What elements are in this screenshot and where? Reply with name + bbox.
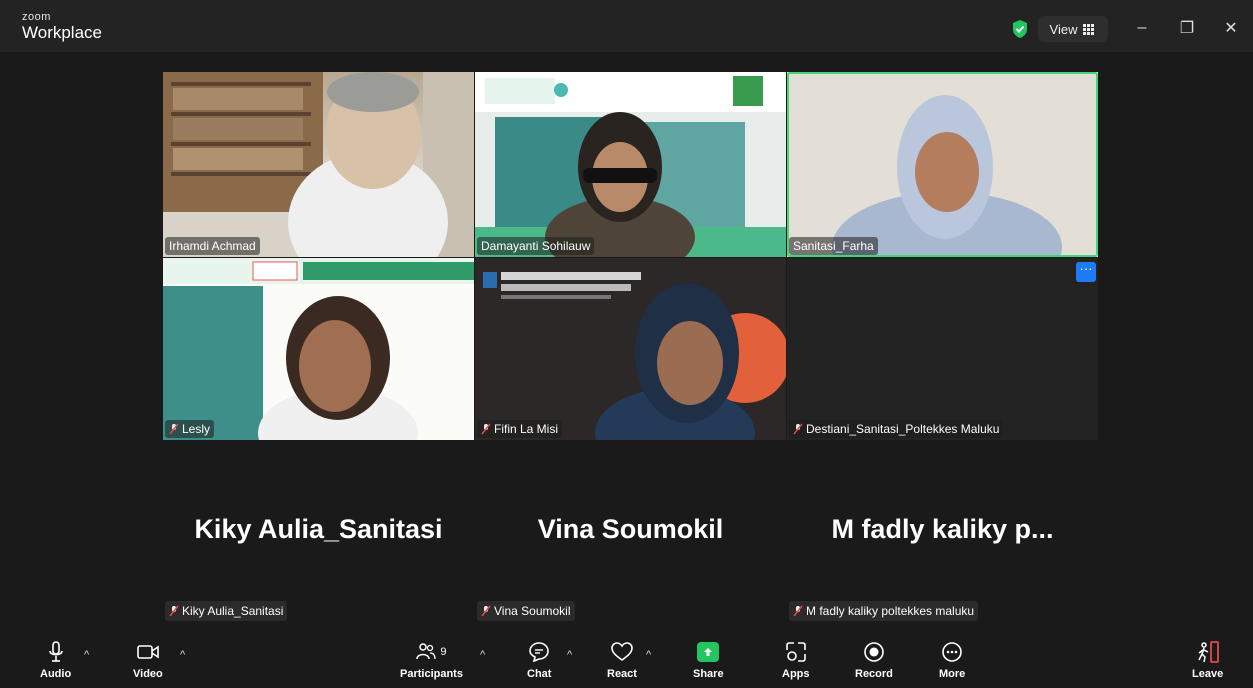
muted-mic-icon [169,605,179,617]
muted-mic-icon [169,423,179,435]
participant-name: Vina Soumokil [477,601,575,621]
participants-button[interactable]: 9 Participants [400,640,463,680]
brand-main: Workplace [22,23,102,42]
meeting-toolbar: Audio ^ Video ^ 9 Participants ^ Chat ^ … [0,632,1253,688]
participants-options-caret[interactable]: ^ [480,649,485,661]
muted-mic-icon [793,605,803,617]
chat-options-caret[interactable]: ^ [567,649,572,661]
muted-mic-icon [481,605,491,617]
participant-name-text: M fadly kaliky poltekkes maluku [806,604,975,618]
participant-name: Damayanti Sohilauw [477,237,595,255]
leave-button[interactable]: Leave [1192,640,1223,680]
video-tile[interactable]: Lesly [163,258,474,440]
video-tile[interactable]: ··· Destiani_Sanitasi_Poltekkes Maluku [787,258,1098,440]
share-label: Share [693,668,724,680]
react-button[interactable]: React [607,640,637,680]
brand-small: zoom [22,11,51,23]
audio-label: Audio [40,668,72,680]
more-label: More [939,668,966,680]
record-icon [864,642,884,662]
apps-button[interactable]: Apps [782,640,810,680]
apps-label: Apps [782,668,810,680]
video-label: Video [133,668,163,680]
participant-name: M fadly kaliky poltekkes maluku [789,601,979,621]
react-options-caret[interactable]: ^ [646,649,651,661]
microphone-icon [48,641,63,662]
app-logo: zoom Workplace [22,11,102,42]
tile-more-button[interactable]: ··· [1076,262,1096,282]
camera-icon [137,645,159,659]
view-button[interactable]: View [1038,16,1108,42]
participants-count: 9 [440,646,447,658]
participant-name: Fifin La Misi [477,420,563,438]
participant-name: Irhamdi Achmad [165,237,260,255]
more-button[interactable]: More [939,640,965,680]
chat-button[interactable]: Chat [527,640,551,680]
participant-name: Lesly [165,420,215,438]
minimize-button[interactable]: – [1127,14,1157,42]
record-button[interactable]: Record [855,640,893,680]
video-feed [475,258,786,440]
participant-name: Sanitasi_Farha [789,237,878,255]
video-options-caret[interactable]: ^ [180,649,185,661]
video-feed [787,72,1098,257]
participant-name-text: Vina Soumokil [494,604,571,618]
more-icon [942,642,962,662]
audio-options-caret[interactable]: ^ [84,649,89,661]
muted-mic-icon [793,423,803,435]
restore-button[interactable]: ❐ [1172,14,1202,42]
participant-display-name: Vina Soumokil [537,514,724,544]
video-tile[interactable]: Irhamdi Achmad [163,72,474,257]
video-button[interactable]: Video [133,640,163,680]
participant-name-text: Lesly [182,422,211,436]
view-label: View [1049,21,1078,37]
participants-icon [416,643,437,660]
video-tile[interactable]: Damayanti Sohilauw [475,72,786,257]
video-feed [163,258,474,440]
video-tile[interactable]: Sanitasi_Farha [787,72,1098,257]
leave-label: Leave [1192,668,1224,680]
title-bar: zoom Workplace View – ❐ ✕ [0,0,1253,52]
video-feed [163,72,474,257]
participants-label: Participants [400,668,463,680]
shield-check-icon[interactable] [1011,19,1029,39]
participant-display-name: M fadly kaliky p... [831,514,1054,544]
react-label: React [607,668,637,680]
share-button[interactable]: Share [693,640,724,680]
video-feed [475,72,786,257]
muted-mic-icon [481,423,491,435]
grid-view-icon [1083,23,1096,35]
audio-button[interactable]: Audio [40,640,71,680]
participant-name: Destiani_Sanitasi_Poltekkes Maluku [789,420,1004,438]
record-label: Record [855,668,893,680]
apps-icon [785,642,806,662]
chat-label: Chat [527,668,552,680]
share-screen-icon [697,642,720,662]
participant-name-text: Fifin La Misi [494,422,559,436]
participant-name-text: Destiani_Sanitasi_Poltekkes Maluku [806,422,1000,436]
participant-name-text: Kiky Aulia_Sanitasi [182,604,284,618]
participant-display-name: Kiky Aulia_Sanitasi [194,514,443,544]
close-button[interactable]: ✕ [1216,14,1246,42]
chat-icon [529,642,550,663]
heart-icon [611,642,633,661]
leave-door-icon [1197,641,1219,663]
video-tile[interactable]: Fifin La Misi [475,258,786,440]
participant-name: Kiky Aulia_Sanitasi [165,601,288,621]
